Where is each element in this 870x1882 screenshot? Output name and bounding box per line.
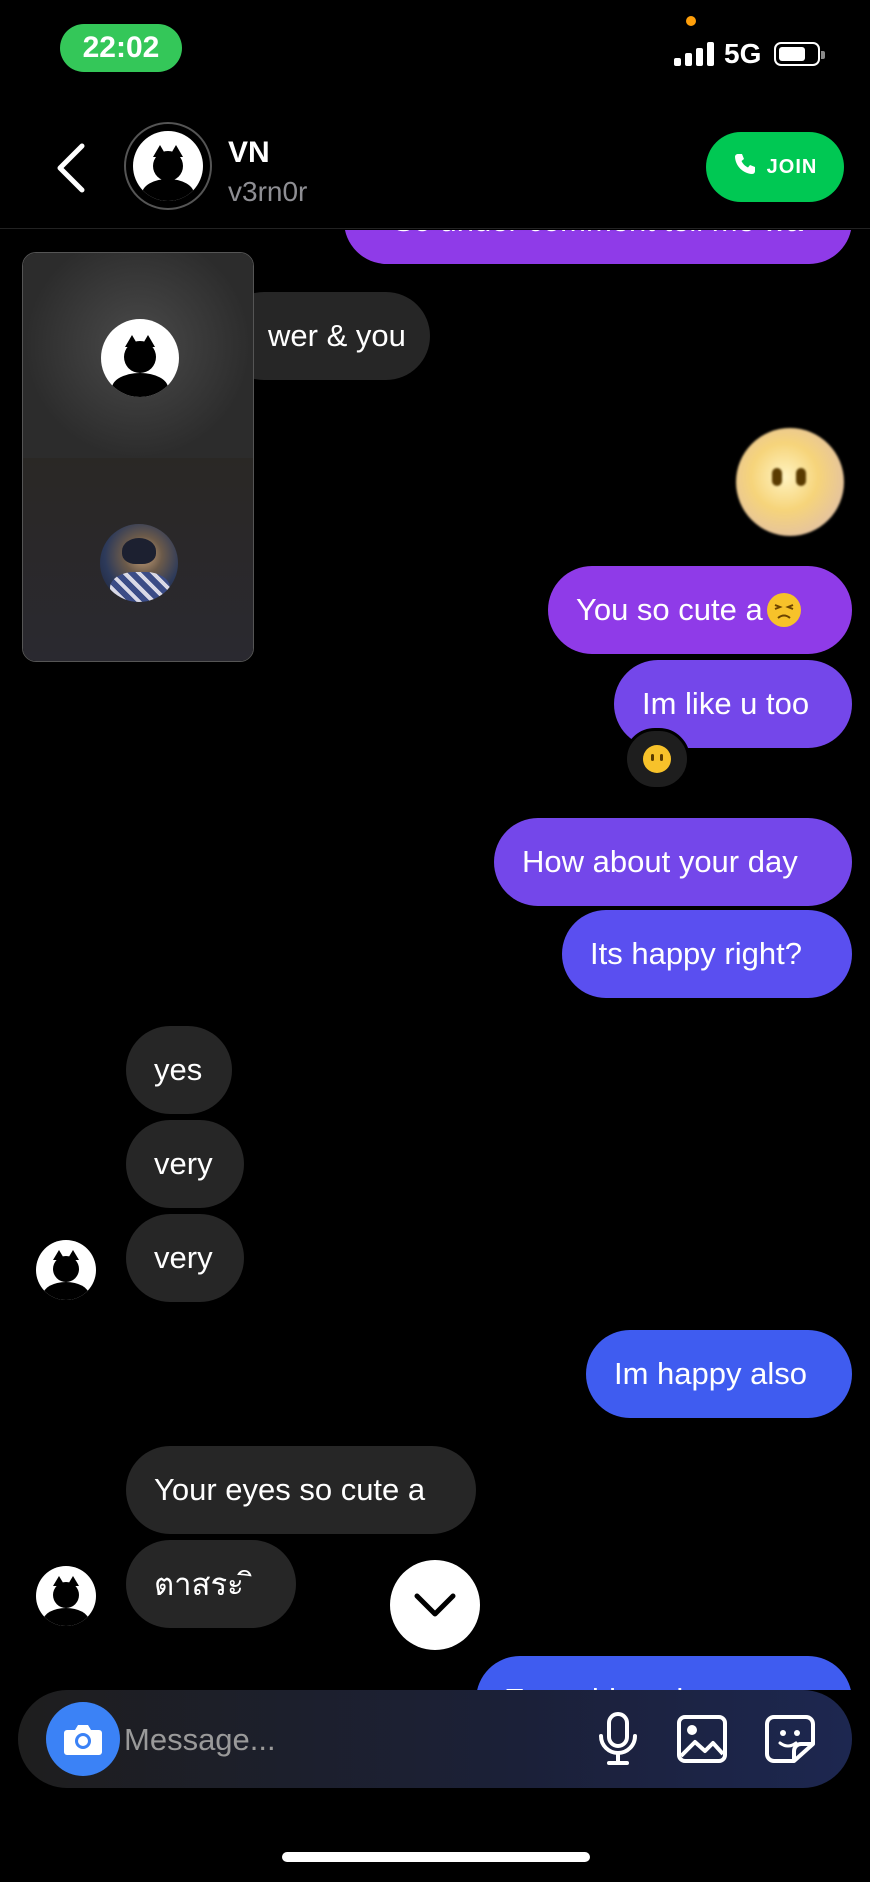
sticker-icon[interactable] (764, 1714, 816, 1769)
message-outgoing[interactable]: Its happy right? (562, 910, 852, 998)
reaction-badge[interactable] (624, 728, 690, 790)
message-composer: Message... (18, 1690, 852, 1788)
message-text: So under comment tell me wa (392, 203, 804, 238)
header-divider (0, 228, 870, 229)
status-time: 22:02 (60, 24, 182, 72)
network-type: 5G (724, 38, 762, 69)
header-avatar[interactable] (124, 122, 212, 210)
pip-remote-tile (23, 253, 253, 458)
sender-avatar[interactable] (36, 1240, 96, 1300)
message-text: How about your day (522, 844, 798, 879)
message-incoming[interactable]: very (126, 1120, 244, 1208)
message-incoming[interactable]: very (126, 1214, 244, 1302)
chevron-down-icon (414, 1593, 456, 1617)
contact-name[interactable]: VN (228, 136, 270, 170)
mic-indicator-dot (686, 16, 696, 26)
message-text: Your eyes so cute a (154, 1472, 426, 1507)
message-text: wer & you (268, 318, 406, 353)
message-outgoing[interactable]: You so cute a (548, 566, 852, 654)
message-text: yes (154, 1052, 203, 1087)
join-call-button[interactable]: JOIN (706, 132, 844, 202)
back-icon[interactable] (52, 140, 92, 196)
call-pip-window[interactable] (22, 252, 254, 662)
home-indicator[interactable] (282, 1852, 590, 1862)
no-mouth-emoji-icon (643, 745, 671, 773)
join-label: JOIN (766, 155, 818, 178)
message-text: You so cute a (576, 592, 763, 627)
sender-avatar[interactable] (36, 1566, 96, 1626)
message-outgoing[interactable]: How about your day (494, 818, 852, 906)
persevering-emoji-icon (766, 593, 801, 627)
contact-username[interactable]: v3rn0r (228, 176, 307, 208)
camera-icon (64, 1725, 102, 1755)
message-text: ตาสระ ิ (154, 1567, 255, 1602)
scroll-to-bottom-button[interactable] (390, 1560, 480, 1650)
message-incoming[interactable]: ตาสระ ิ (126, 1540, 296, 1628)
signal-icon (674, 42, 714, 66)
self-avatar (100, 524, 178, 602)
message-text: very (154, 1146, 213, 1181)
message-text: Im happy also (614, 1356, 807, 1391)
pip-avatar (101, 319, 179, 397)
message-text: Its happy right? (590, 936, 802, 971)
microphone-icon[interactable] (596, 1712, 640, 1771)
battery-icon (774, 42, 825, 66)
message-outgoing[interactable]: Im happy also (586, 1330, 852, 1418)
message-text: Im like u too (642, 686, 810, 721)
phone-icon (733, 152, 757, 182)
camera-button[interactable] (46, 1702, 120, 1776)
message-incoming[interactable]: yes (126, 1026, 232, 1114)
gallery-icon[interactable] (676, 1714, 728, 1769)
pip-self-tile (23, 458, 253, 661)
message-input[interactable]: Message... (124, 1722, 276, 1758)
sticker-emoji[interactable] (736, 428, 844, 536)
message-text: very (154, 1240, 213, 1275)
message-incoming[interactable]: Your eyes so cute a (126, 1446, 476, 1534)
